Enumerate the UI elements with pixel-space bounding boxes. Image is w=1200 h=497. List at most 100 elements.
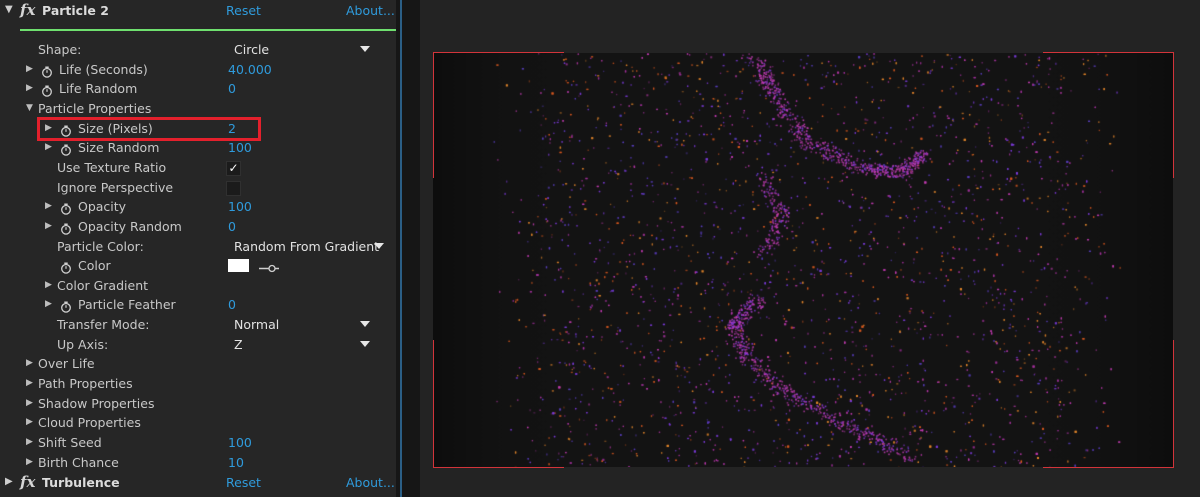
stopwatch-icon[interactable] — [60, 299, 72, 314]
property-row-shift-seed[interactable]: ▶ Shift Seed 100 — [0, 433, 396, 452]
title-safe-corner-br — [1043, 340, 1174, 468]
property-row-opacity[interactable]: ▶ Opacity 100 — [0, 197, 396, 216]
property-row-color[interactable]: Color — [0, 256, 396, 275]
twirl-closed-icon[interactable]: ▶ — [45, 295, 52, 314]
effect-name: Particle 2 — [42, 3, 109, 18]
composition-viewer[interactable] — [420, 0, 1200, 497]
effect-header-turbulence[interactable]: ▶ fx Turbulence Reset About... — [0, 473, 396, 495]
property-label: Color — [78, 258, 111, 274]
property-row-particle-color[interactable]: Particle Color: Random From Gradient — [0, 237, 396, 256]
dropdown-value[interactable]: Circle — [234, 40, 269, 59]
property-label: Over Life — [38, 356, 95, 372]
dropdown-arrow-icon[interactable] — [360, 321, 370, 328]
property-row-birth-chance[interactable]: ▶ Birth Chance 10 — [0, 453, 396, 472]
property-value[interactable]: 0 — [228, 217, 236, 236]
dropdown-arrow-icon[interactable] — [360, 46, 370, 52]
twirl-closed-icon[interactable]: ▶ — [26, 60, 33, 79]
property-value[interactable]: 40.000 — [228, 60, 272, 79]
twirl-closed-icon[interactable]: ▶ — [45, 138, 52, 157]
stopwatch-icon[interactable] — [60, 260, 72, 274]
property-label: Up Axis: — [57, 336, 109, 352]
reset-link[interactable]: Reset — [226, 3, 261, 18]
about-link[interactable]: About... — [346, 475, 395, 490]
stopwatch-icon[interactable] — [60, 142, 72, 157]
property-value[interactable]: 10 — [228, 453, 244, 472]
property-label: Life Random — [59, 81, 138, 97]
property-row-up-axis[interactable]: Up Axis: Z — [0, 335, 396, 354]
property-label: Transfer Mode: — [57, 317, 150, 333]
property-row-opacity-random[interactable]: ▶ Opacity Random 0 — [0, 217, 396, 236]
fx-icon[interactable]: fx — [20, 473, 35, 491]
property-label: Color Gradient — [57, 277, 149, 293]
twirl-open-icon[interactable]: ▼ — [26, 99, 33, 118]
property-row-particle-feather[interactable]: ▶ Particle Feather 0 — [0, 295, 396, 314]
property-row-life-seconds[interactable]: ▶ Life (Seconds) 40.000 — [0, 60, 396, 79]
twirl-closed-icon[interactable]: ▶ — [26, 374, 33, 393]
twirl-closed-icon[interactable]: ▶ — [26, 413, 33, 432]
stopwatch-icon[interactable] — [60, 221, 72, 235]
property-label: Shadow Properties — [38, 395, 155, 411]
property-value[interactable]: 100 — [228, 138, 252, 157]
property-label: Shift Seed — [38, 435, 102, 450]
property-row-shape[interactable]: Shape: Circle — [0, 40, 396, 59]
property-value[interactable]: 0 — [228, 79, 236, 98]
property-value[interactable]: 0 — [228, 295, 236, 314]
property-row-transfer-mode[interactable]: Transfer Mode: Normal — [0, 315, 396, 334]
highlight-box — [37, 117, 261, 141]
dropdown-value[interactable]: Random From Gradient — [234, 237, 379, 256]
dropdown-value[interactable]: Z — [234, 335, 243, 354]
checkbox[interactable] — [226, 180, 241, 196]
twirl-closed-icon[interactable]: ▶ — [26, 394, 33, 413]
property-row-use-texture-ratio[interactable]: Use Texture Ratio ✓ — [0, 158, 396, 177]
twirl-open-icon[interactable]: ▼ — [5, 4, 13, 15]
twirl-closed-icon[interactable]: ▶ — [45, 276, 52, 295]
panel-divider[interactable] — [396, 0, 420, 497]
effect-header-particle[interactable]: ▼ fx Particle 2 Reset About... — [0, 1, 396, 23]
checkbox[interactable]: ✓ — [226, 160, 241, 176]
twirl-closed-icon[interactable]: ▶ — [45, 197, 52, 216]
property-label: Cloud Properties — [38, 415, 141, 431]
dropdown-arrow-icon[interactable] — [374, 242, 384, 249]
about-link[interactable]: About... — [346, 3, 395, 18]
twirl-closed-icon[interactable]: ▶ — [26, 79, 33, 98]
twirl-closed-icon[interactable]: ▶ — [26, 453, 33, 472]
twirl-closed-icon[interactable]: ▶ — [26, 354, 33, 373]
property-row-particle-properties[interactable]: ▼ Particle Properties — [0, 99, 396, 118]
property-value[interactable]: 100 — [228, 433, 252, 452]
property-label: Path Properties — [38, 376, 133, 392]
effect-name: Turbulence — [42, 475, 120, 490]
stopwatch-icon[interactable] — [41, 64, 53, 78]
property-label: Particle Feather — [78, 297, 176, 313]
stopwatch-icon[interactable] — [41, 83, 53, 98]
property-label: Ignore Perspective — [57, 179, 174, 195]
stopwatch-icon[interactable] — [60, 201, 72, 215]
twirl-closed-icon[interactable]: ▶ — [45, 217, 52, 236]
dropdown-arrow-icon[interactable] — [360, 340, 370, 347]
twirl-closed-icon[interactable]: ▶ — [5, 476, 13, 487]
panel-border-line — [400, 0, 402, 497]
property-label: Size Random — [78, 140, 160, 156]
color-swatch[interactable] — [228, 259, 249, 273]
property-row-cloud-properties[interactable]: ▶ Cloud Properties — [0, 413, 396, 432]
property-row-ignore-perspective[interactable]: Ignore Perspective — [0, 178, 396, 197]
property-label: Use Texture Ratio — [57, 159, 167, 175]
property-label: Particle Color: — [57, 238, 144, 254]
property-label: Life (Seconds) — [59, 61, 148, 77]
effect-controls-panel: ▼ fx Particle 2 Reset About... Shape: Cir… — [0, 0, 396, 497]
title-safe-corner-bl — [433, 340, 564, 468]
property-value[interactable]: 100 — [228, 197, 252, 216]
property-row-path-properties[interactable]: ▶ Path Properties — [0, 374, 396, 393]
dropdown-value[interactable]: Normal — [234, 315, 279, 334]
property-row-shadow-properties[interactable]: ▶ Shadow Properties — [0, 394, 396, 413]
reset-link[interactable]: Reset — [226, 475, 261, 490]
fx-icon[interactable]: fx — [20, 1, 35, 19]
title-safe-corner-tr — [1043, 52, 1174, 178]
property-label: Shape: — [38, 42, 82, 57]
title-safe-corner-tl — [433, 52, 564, 178]
property-label: Opacity Random — [78, 218, 182, 234]
property-row-size-random[interactable]: ▶ Size Random 100 — [0, 138, 396, 157]
twirl-closed-icon[interactable]: ▶ — [26, 433, 33, 452]
property-row-color-gradient[interactable]: ▶ Color Gradient — [0, 276, 396, 295]
property-row-life-random[interactable]: ▶ Life Random 0 — [0, 79, 396, 98]
property-row-over-life[interactable]: ▶ Over Life — [0, 354, 396, 373]
